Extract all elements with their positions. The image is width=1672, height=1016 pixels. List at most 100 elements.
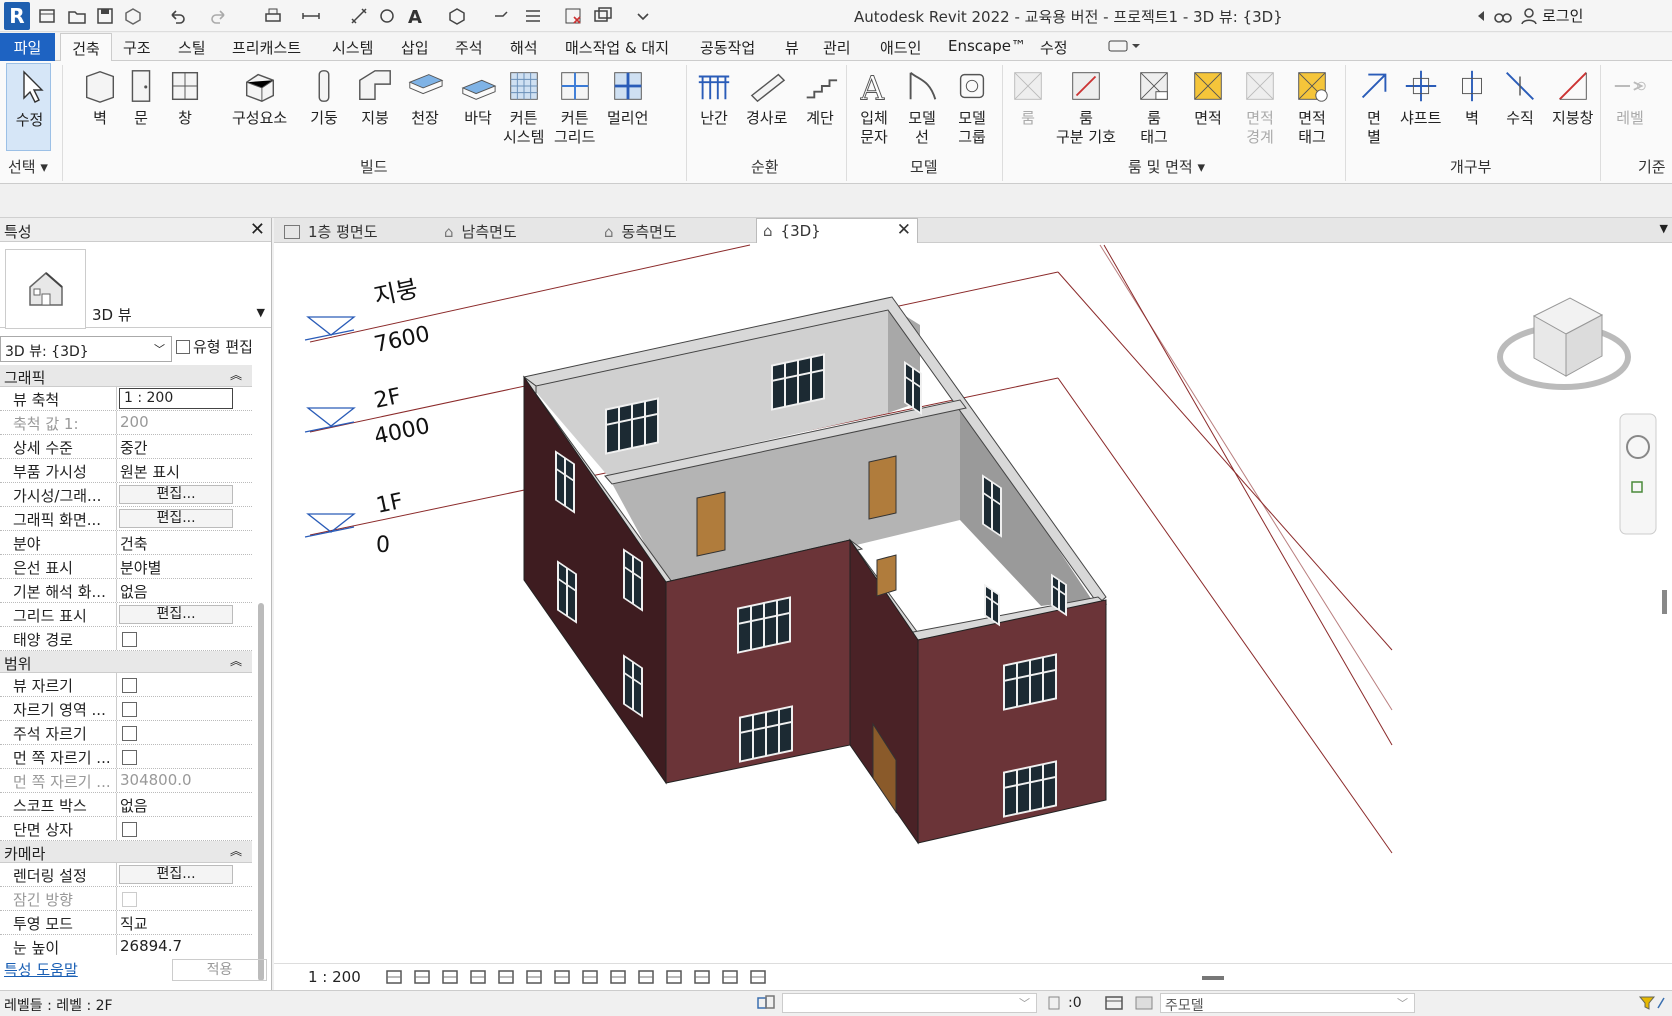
checkbox[interactable]	[122, 632, 137, 647]
edit-button[interactable]: 편집...	[119, 485, 233, 504]
checkbox[interactable]	[122, 892, 137, 907]
apply-button[interactable]: 적용	[172, 959, 267, 981]
area-button[interactable]: 면적	[1188, 63, 1228, 128]
column-button[interactable]: 기둥	[304, 63, 344, 128]
close-tab-icon[interactable]: ✕	[897, 220, 911, 240]
customize-toolbar-icon[interactable]	[632, 5, 654, 27]
tab-collaborate[interactable]: 공동작업	[700, 37, 755, 58]
checkbox[interactable]	[122, 702, 137, 717]
property-row[interactable]: 가시성/그래... 편집...	[0, 483, 252, 507]
tab-enscape[interactable]: Enscape™	[948, 37, 1026, 55]
ramp-button[interactable]: 경사로	[746, 63, 787, 128]
ribbon-display-toggle-icon[interactable]	[1108, 39, 1144, 57]
tab-annotate[interactable]: 주석	[455, 37, 483, 58]
worksets-icon[interactable]	[756, 994, 776, 1016]
property-row[interactable]: 태양 경로	[0, 627, 252, 651]
editable-only-icon[interactable]	[1046, 994, 1062, 1016]
tab-systems[interactable]: 시스템	[332, 37, 373, 58]
property-value[interactable]	[117, 887, 252, 910]
property-row[interactable]: 렌더링 설정 편집...	[0, 863, 252, 887]
collapse-arrow-icon[interactable]	[1470, 5, 1492, 27]
section-graphics[interactable]: 그래픽 ︽	[0, 365, 252, 387]
open-file-icon[interactable]	[66, 5, 88, 27]
tab-steel[interactable]: 스틸	[178, 37, 206, 58]
mullion-button[interactable]: 멀리언	[607, 63, 648, 128]
canvas-scrollbar[interactable]	[1662, 590, 1667, 614]
thin-lines-icon[interactable]	[522, 5, 544, 27]
navigation-bar[interactable]	[1619, 413, 1657, 535]
level-marker-roof[interactable]	[304, 316, 356, 341]
property-row[interactable]: 뷰 자르기	[0, 673, 252, 697]
view-scale-input[interactable]: 1 : 200	[119, 388, 233, 409]
main-model-icon[interactable]	[1134, 994, 1154, 1016]
property-row[interactable]: 주석 자르기	[0, 721, 252, 745]
property-value[interactable]: 편집...	[117, 507, 252, 530]
property-value[interactable]	[117, 627, 252, 650]
open-home-icon[interactable]	[36, 5, 58, 27]
property-value[interactable]: 편집...	[117, 483, 252, 506]
collapse-icon[interactable]: ︽	[230, 842, 242, 859]
ceiling-button[interactable]: 천장	[405, 63, 445, 128]
wall-button[interactable]: 벽	[80, 63, 120, 128]
level-button[interactable]: 레벨	[1610, 63, 1650, 128]
property-row[interactable]: 상세 수준 중간	[0, 435, 252, 459]
shadows-icon[interactable]	[468, 968, 488, 990]
instance-selector[interactable]: 3D 뷰: {3D} ﹀	[0, 336, 172, 362]
vertical-opening-button[interactable]: 수직	[1500, 63, 1540, 128]
shaft-button[interactable]: 샤프트	[1400, 63, 1441, 128]
constraints-icon[interactable]	[748, 968, 768, 990]
visual-style-icon[interactable]	[412, 968, 432, 990]
default-3d-view-icon[interactable]	[446, 5, 468, 27]
property-row[interactable]: 단면 상자	[0, 817, 252, 841]
edit-button[interactable]: 편집...	[119, 605, 233, 624]
property-value[interactable]: 1 : 200	[117, 387, 252, 410]
sync-icon[interactable]	[122, 5, 144, 27]
property-value[interactable]	[117, 745, 252, 768]
level-marker-2f[interactable]	[304, 407, 356, 433]
tab-east-elevation[interactable]: ⌂ 동측면도	[600, 218, 750, 243]
property-row[interactable]: 투영 모드 직교	[0, 911, 252, 935]
component-button[interactable]: 구성요소	[232, 63, 287, 128]
sun-path-icon[interactable]	[440, 968, 460, 990]
checkbox[interactable]	[122, 678, 137, 693]
property-value[interactable]: 없음	[117, 793, 252, 816]
type-selector[interactable]: 3D 뷰 ▼	[0, 242, 271, 329]
property-value[interactable]: 편집...	[117, 603, 252, 626]
model-line-button[interactable]: 모델 선	[902, 63, 942, 147]
property-value[interactable]: 직교	[117, 911, 252, 934]
panel-room-area-label[interactable]: 룸 및 면적 ▾	[1128, 156, 1205, 177]
text-icon[interactable]: A	[404, 5, 426, 27]
section-camera[interactable]: 카메라 ︽	[0, 841, 252, 863]
main-model-select[interactable]: 주모델 ﹀	[1160, 993, 1415, 1014]
curtain-system-button[interactable]: 커튼 시스템	[503, 63, 544, 147]
tab-level1-plan[interactable]: 1층 평면도	[280, 218, 430, 243]
wall-opening-button[interactable]: 벽	[1452, 63, 1492, 128]
edit-button[interactable]: 편집...	[119, 509, 233, 528]
properties-help-link[interactable]: 특성 도움말	[4, 959, 78, 980]
room-tag-button[interactable]: 룸 태그	[1134, 63, 1174, 147]
floor-button[interactable]: 바닥	[458, 63, 498, 128]
stair-button[interactable]: 계단	[800, 63, 840, 128]
properties-scrollbar[interactable]	[258, 603, 264, 981]
tab-analyze[interactable]: 해석	[510, 37, 538, 58]
railing-button[interactable]: 난간	[694, 63, 734, 128]
view-cube[interactable]	[1497, 297, 1631, 390]
property-row[interactable]: 그리드 표시 편집...	[0, 603, 252, 627]
close-hidden-windows-icon[interactable]	[562, 5, 584, 27]
section-icon[interactable]	[490, 5, 512, 27]
highlight-displacement-icon[interactable]	[692, 968, 712, 990]
binoculars-icon[interactable]	[1492, 5, 1514, 27]
close-icon[interactable]: ✕	[250, 219, 265, 240]
property-row[interactable]: 눈 높이 26894.7	[0, 935, 252, 955]
tab-modify[interactable]: 수정	[1040, 37, 1068, 58]
room-separator-button[interactable]: 룸 구분 기호	[1056, 63, 1116, 147]
property-row[interactable]: 먼 쪽 자르기 ... 304800.0	[0, 769, 252, 793]
tab-view[interactable]: 뷰	[785, 37, 799, 58]
property-row[interactable]: 분야 건축	[0, 531, 252, 555]
tab-file[interactable]: 파일	[0, 33, 55, 61]
save-icon[interactable]	[94, 5, 116, 27]
revit-logo[interactable]: R	[4, 2, 30, 30]
tab-menu-icon[interactable]: ▼	[1660, 222, 1668, 235]
area-boundary-button[interactable]: 면적 경계	[1240, 63, 1280, 147]
model-group-button[interactable]: 모델 그룹	[952, 63, 992, 147]
